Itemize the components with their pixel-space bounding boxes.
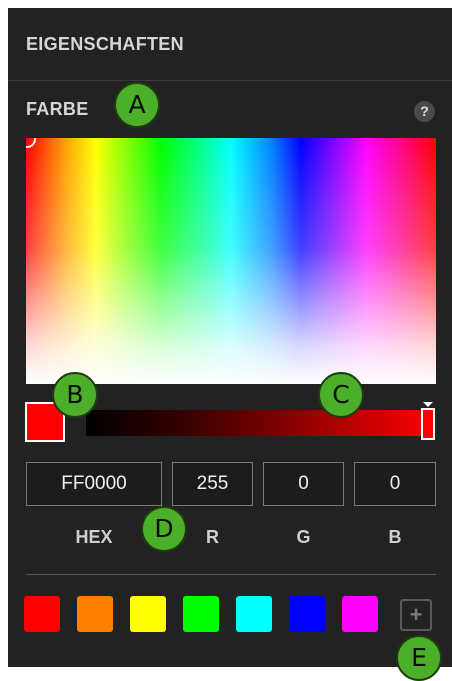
preset-swatch-orange[interactable] (77, 596, 113, 632)
callout-a: A (114, 82, 160, 128)
green-input[interactable]: 0 (263, 462, 344, 506)
spectrum-picker-handle[interactable] (26, 138, 36, 148)
preset-swatch-cyan[interactable] (236, 596, 272, 632)
preset-swatch-green[interactable] (183, 596, 219, 632)
add-preset-button[interactable]: + (400, 599, 432, 631)
preset-swatch-magenta[interactable] (342, 596, 378, 632)
blue-label: B (388, 527, 402, 547)
brightness-slider[interactable] (86, 410, 434, 436)
color-spectrum[interactable] (26, 138, 436, 384)
properties-panel: EIGENSCHAFTEN FARBE ? FF0000 255 0 0 HEX… (8, 8, 452, 667)
blue-input[interactable]: 0 (354, 462, 436, 506)
callout-c: C (318, 372, 364, 418)
callout-b: B (52, 372, 98, 418)
panel-title: EIGENSCHAFTEN (26, 34, 184, 54)
callout-e: E (396, 635, 442, 681)
preset-swatch-blue[interactable] (289, 596, 325, 632)
hex-input[interactable]: FF0000 (26, 462, 162, 506)
brightness-slider-thumb[interactable] (421, 408, 435, 440)
callout-d: D (141, 506, 187, 552)
green-label: G (296, 527, 311, 547)
preset-swatch-yellow[interactable] (130, 596, 166, 632)
help-icon[interactable]: ? (414, 101, 435, 122)
color-section-title: FARBE (26, 99, 89, 119)
presets-divider (26, 574, 436, 575)
red-input[interactable]: 255 (172, 462, 253, 506)
slider-thumb-arrow-icon (423, 402, 433, 407)
preset-swatch-red[interactable] (24, 596, 60, 632)
header-divider (8, 80, 452, 81)
